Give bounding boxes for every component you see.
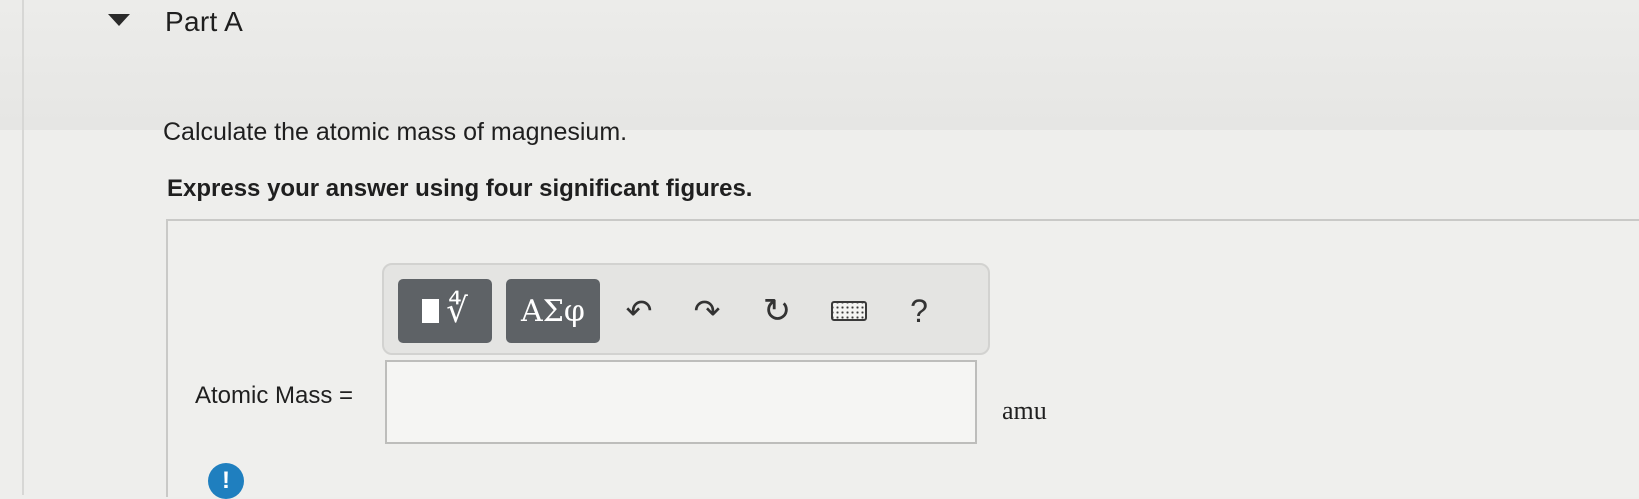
question-text: Calculate the atomic mass of magnesium.: [163, 118, 628, 146]
redo-icon[interactable]: ↷: [682, 279, 732, 343]
help-button[interactable]: ?: [894, 279, 944, 343]
atomic-mass-label: Atomic Mass =: [195, 382, 354, 409]
keyboard-button[interactable]: [824, 279, 874, 343]
atomic-mass-input[interactable]: [385, 360, 977, 444]
part-title: Part A: [165, 6, 244, 37]
radical-template-icon: ∜: [446, 291, 468, 331]
instruction-text: Express your answer using four significa…: [167, 175, 753, 202]
answer-area: [166, 219, 1639, 497]
unit-label: amu: [1002, 396, 1047, 425]
template-block-icon: [422, 299, 440, 323]
alert-icon: !: [208, 463, 244, 499]
header-band: [0, 0, 1639, 130]
templates-button[interactable]: ∜: [398, 279, 492, 343]
symbols-button[interactable]: ΑΣφ: [506, 279, 600, 343]
collapse-triangle-icon[interactable]: [108, 14, 130, 26]
keyboard-icon: [831, 301, 867, 321]
math-toolbar: ∜ ΑΣφ ↶ ↷ ↻ ?: [382, 263, 990, 355]
undo-icon[interactable]: ↶: [614, 279, 664, 343]
reset-icon[interactable]: ↻: [752, 279, 802, 343]
left-divider: [22, 0, 24, 495]
